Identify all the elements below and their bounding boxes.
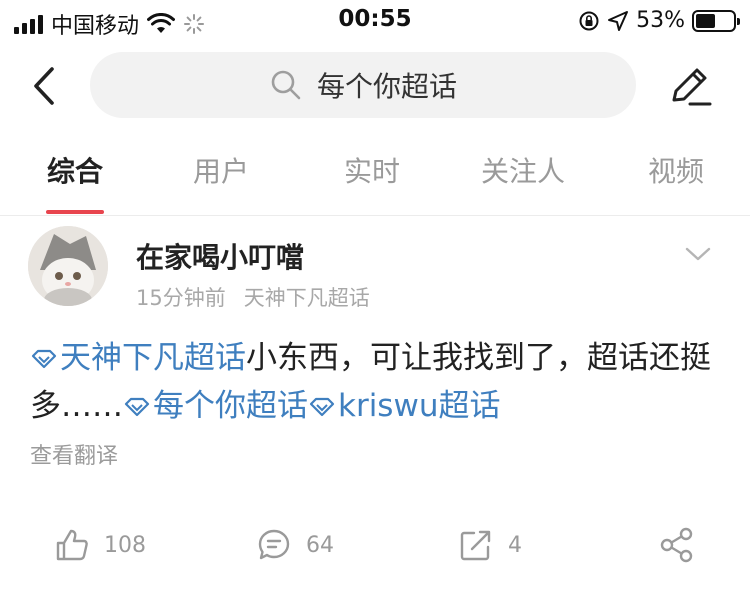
battery-icon — [692, 9, 740, 32]
post-source[interactable]: 天神下凡超话 — [244, 282, 370, 312]
topic-link[interactable]: 天神下凡超话 — [30, 340, 246, 376]
repost-count: 4 — [508, 532, 522, 558]
avatar[interactable] — [28, 226, 108, 306]
diamond-icon — [309, 397, 335, 417]
comment-icon — [258, 529, 290, 560]
tab-video[interactable]: 视频 — [631, 150, 721, 216]
edit-button[interactable] — [666, 62, 714, 110]
thumbs-up-icon — [56, 529, 88, 561]
post-time: 15分钟前 — [136, 286, 226, 310]
search-icon — [271, 70, 301, 100]
diamond-icon — [124, 397, 150, 417]
battery-level — [696, 13, 716, 28]
repost-button[interactable]: 4 — [458, 520, 522, 570]
translate-link[interactable]: 查看翻译 — [30, 438, 118, 470]
orientation-lock-icon — [579, 11, 599, 30]
status-bar: 中国移动 00:55 53% — [0, 0, 750, 42]
battery-percent: 53% — [636, 8, 685, 33]
post-username[interactable]: 在家喝小叮噹 — [136, 236, 304, 276]
active-tab-indicator — [46, 210, 104, 214]
topic-link-label: 天神下凡超话 — [60, 340, 246, 376]
comment-count: 64 — [306, 532, 334, 558]
post-meta: 15分钟前 天神下凡超话 — [136, 282, 370, 312]
back-button[interactable] — [24, 64, 64, 108]
tab-realtime[interactable]: 实时 — [327, 150, 417, 216]
post-content: 天神下凡超话小东西，可让我找到了，超话还挺多…… 每个你超话 kriswu超话 — [30, 334, 730, 430]
comment-button[interactable]: 64 — [256, 520, 334, 570]
like-button[interactable]: 108 — [54, 520, 146, 570]
search-query[interactable]: 每个你超话 — [317, 65, 457, 105]
search-box[interactable]: 每个你超话 — [90, 52, 636, 118]
repost-icon — [460, 530, 491, 561]
signal-icon — [14, 14, 43, 34]
diamond-icon — [31, 349, 57, 369]
chevron-down-icon[interactable] — [683, 244, 713, 264]
wifi-icon — [147, 13, 176, 33]
tab-following[interactable]: 关注人 — [468, 150, 578, 216]
post-actions: 108 64 4 — [0, 520, 750, 570]
topic-link[interactable]: 每个你超话 — [123, 388, 308, 424]
cat-avatar-image — [28, 226, 108, 306]
topic-link[interactable]: kriswu超话 — [308, 388, 500, 424]
carrier-name: 中国移动 — [51, 14, 140, 39]
tab-bar: 综合 用户 实时 关注人 视频 — [0, 150, 750, 216]
loading-icon — [184, 14, 205, 34]
tab-comprehensive[interactable]: 综合 — [30, 150, 120, 216]
topic-link-label: kriswu超话 — [338, 388, 501, 424]
location-icon — [608, 10, 629, 31]
share-icon — [660, 527, 693, 563]
header-divider — [0, 215, 750, 216]
back-icon — [34, 67, 54, 105]
tab-users[interactable]: 用户 — [176, 150, 266, 216]
topic-link-label: 每个你超话 — [153, 388, 308, 424]
like-count: 108 — [104, 532, 146, 558]
share-button[interactable] — [658, 520, 696, 570]
edit-icon — [672, 68, 712, 106]
